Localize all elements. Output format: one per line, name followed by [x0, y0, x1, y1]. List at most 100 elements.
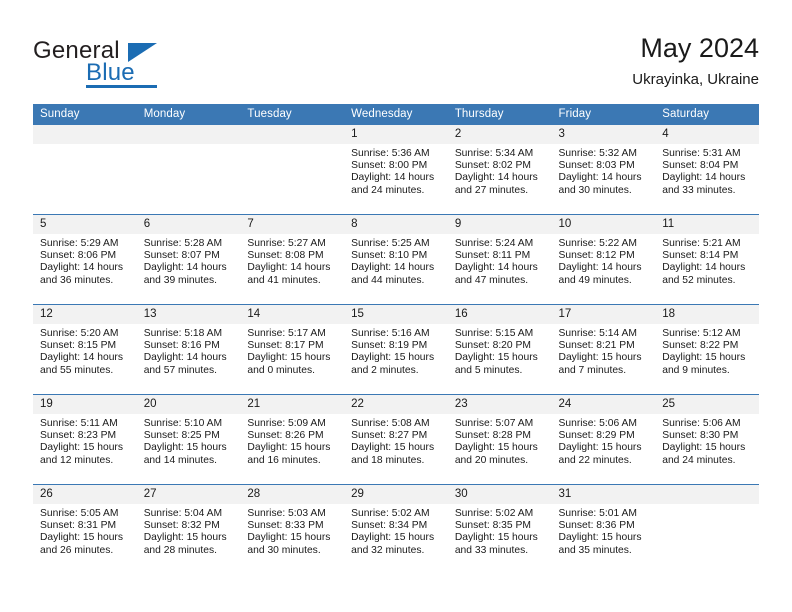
calendar-day-cell[interactable]: 6 Sunrise: 5:28 AM Sunset: 8:07 PM Daylight… — [136, 214, 241, 305]
page-subtitle: Ukrayinka, Ukraine — [632, 71, 759, 88]
sunset-time: Sunset: 8:03 PM — [558, 160, 635, 172]
brand-underline — [86, 85, 157, 88]
cell-inner: 8 Sunrise: 5:25 AM Sunset: 8:10 PM Daylight… — [344, 215, 448, 304]
daylight-duration-line2: and 24 minutes. — [662, 454, 736, 466]
day-number: 30 — [447, 485, 552, 504]
daylight-duration-line1: Daylight: 14 hours — [40, 352, 123, 364]
day-number: 1 — [344, 125, 448, 144]
calendar-day-cell[interactable]: 20 Sunrise: 5:10 AM Sunset: 8:25 PM Dayligh… — [136, 394, 241, 485]
calendar-day-cell[interactable]: 26 Sunrise: 5:05 AM Sunset: 8:31 PM Dayligh… — [33, 484, 137, 574]
sunset-time: Sunset: 8:15 PM — [40, 340, 117, 352]
day-details: Sunrise: 5:01 AM Sunset: 8:36 PM Daylight:… — [552, 504, 656, 557]
daylight-duration-line1: Daylight: 15 hours — [558, 532, 642, 544]
sunrise-time: Sunrise: 5:14 AM — [558, 328, 637, 339]
calendar-day-cell[interactable]: 28 Sunrise: 5:03 AM Sunset: 8:33 PM Dayligh… — [240, 484, 345, 574]
sunset-time: Sunset: 8:28 PM — [454, 430, 531, 442]
calendar-day-cell[interactable]: 8 Sunrise: 5:25 AM Sunset: 8:10 PM Daylight… — [344, 214, 448, 305]
day-details: Sunrise: 5:27 AM Sunset: 8:08 PM Daylight:… — [240, 234, 344, 287]
calendar-day-cell[interactable]: 1 Sunrise: 5:36 AM Sunset: 8:00 PM Daylight… — [344, 125, 448, 215]
cell-inner: 30 Sunrise: 5:02 AM Sunset: 8:35 PM Dayligh… — [447, 485, 552, 574]
calendar-day-cell[interactable]: 27 Sunrise: 5:04 AM Sunset: 8:32 PM Dayligh… — [136, 484, 241, 574]
calendar-day-cell[interactable]: 24 Sunrise: 5:06 AM Sunset: 8:29 PM Dayligh… — [551, 394, 656, 485]
calendar-day-cell[interactable]: 5 Sunrise: 5:29 AM Sunset: 8:06 PM Daylight… — [33, 214, 137, 305]
day-number: 11 — [655, 215, 759, 234]
day-details: Sunrise: 5:25 AM Sunset: 8:10 PM Daylight:… — [344, 234, 448, 287]
sunset-time: Sunset: 8:11 PM — [454, 250, 531, 262]
day-number: 13 — [136, 305, 241, 324]
calendar-day-cell[interactable]: 21 Sunrise: 5:09 AM Sunset: 8:26 PM Dayligh… — [240, 394, 345, 485]
calendar-day-cell[interactable]: 3 Sunrise: 5:32 AM Sunset: 8:03 PM Daylight… — [551, 125, 656, 215]
sunset-time: Sunset: 8:04 PM — [662, 160, 739, 172]
calendar-day-cell[interactable]: 10 Sunrise: 5:22 AM Sunset: 8:12 PM Dayligh… — [551, 214, 656, 305]
daylight-duration-line2: and 28 minutes. — [143, 544, 217, 556]
cell-inner: 27 Sunrise: 5:04 AM Sunset: 8:32 PM Dayligh… — [136, 485, 241, 574]
daylight-duration-line1: Daylight: 14 hours — [247, 262, 331, 274]
calendar-day-cell[interactable]: 16 Sunrise: 5:15 AM Sunset: 8:20 PM Dayligh… — [447, 304, 552, 395]
day-number: 27 — [136, 485, 241, 504]
calendar-day-cell[interactable]: 18 Sunrise: 5:12 AM Sunset: 8:22 PM Dayligh… — [655, 304, 759, 395]
day-details: Sunrise: 5:07 AM Sunset: 8:28 PM Daylight:… — [448, 414, 552, 467]
calendar-day-cell[interactable]: 11 Sunrise: 5:21 AM Sunset: 8:14 PM Dayligh… — [655, 214, 759, 305]
sunrise-time: Sunrise: 5:36 AM — [351, 148, 430, 159]
day-details: Sunrise: 5:06 AM Sunset: 8:29 PM Daylight:… — [552, 414, 656, 467]
sunset-time: Sunset: 8:17 PM — [247, 340, 324, 352]
calendar-day-cell[interactable]: 31 Sunrise: 5:01 AM Sunset: 8:36 PM Dayligh… — [551, 484, 656, 574]
calendar-day-cell[interactable]: 2 Sunrise: 5:34 AM Sunset: 8:02 PM Daylight… — [447, 125, 552, 215]
calendar-day-cell[interactable]: 25 Sunrise: 5:06 AM Sunset: 8:30 PM Dayligh… — [655, 394, 759, 485]
daylight-duration-line2: and 22 minutes. — [558, 454, 632, 466]
day-details: Sunrise: 5:34 AM Sunset: 8:02 PM Daylight:… — [448, 144, 552, 197]
calendar-day-cell[interactable]: 14 Sunrise: 5:17 AM Sunset: 8:17 PM Dayligh… — [240, 304, 345, 395]
sunrise-time: Sunrise: 5:22 AM — [558, 238, 637, 249]
weekday-header-saturday: Saturday — [655, 104, 759, 125]
daylight-duration-line1: Daylight: 15 hours — [454, 352, 538, 364]
calendar-day-cell[interactable]: 12 Sunrise: 5:20 AM Sunset: 8:15 PM Dayligh… — [33, 304, 137, 395]
calendar-day-cell[interactable]: 9 Sunrise: 5:24 AM Sunset: 8:11 PM Daylight… — [447, 214, 552, 305]
calendar-day-cell[interactable]: 30 Sunrise: 5:02 AM Sunset: 8:35 PM Dayligh… — [447, 484, 552, 574]
sunset-time: Sunset: 8:31 PM — [40, 520, 117, 532]
daylight-duration-line2: and 24 minutes. — [351, 184, 425, 196]
cell-inner: 11 Sunrise: 5:21 AM Sunset: 8:14 PM Dayligh… — [655, 215, 759, 304]
calendar-day-cell[interactable]: 23 Sunrise: 5:07 AM Sunset: 8:28 PM Dayligh… — [447, 394, 552, 485]
calendar-day-cell[interactable]: 7 Sunrise: 5:27 AM Sunset: 8:08 PM Daylight… — [240, 214, 345, 305]
cell-inner: 15 Sunrise: 5:16 AM Sunset: 8:19 PM Dayligh… — [344, 305, 448, 394]
calendar-day-cell[interactable]: 17 Sunrise: 5:14 AM Sunset: 8:21 PM Dayligh… — [551, 304, 656, 395]
day-number: 7 — [240, 215, 345, 234]
calendar-day-cell[interactable]: 29 Sunrise: 5:02 AM Sunset: 8:34 PM Dayligh… — [344, 484, 448, 574]
sunset-time: Sunset: 8:33 PM — [247, 520, 324, 532]
day-details: Sunrise: 5:17 AM Sunset: 8:17 PM Daylight:… — [240, 324, 344, 377]
calendar-day-cell[interactable]: 15 Sunrise: 5:16 AM Sunset: 8:19 PM Dayligh… — [344, 304, 448, 395]
day-details: Sunrise: 5:29 AM Sunset: 8:06 PM Daylight:… — [33, 234, 137, 287]
daylight-duration-line2: and 30 minutes. — [558, 184, 632, 196]
cell-inner: 18 Sunrise: 5:12 AM Sunset: 8:22 PM Dayligh… — [655, 305, 759, 394]
day-number: 8 — [344, 215, 448, 234]
daylight-duration-line2: and 47 minutes. — [454, 274, 529, 286]
calendar-day-cell[interactable]: 22 Sunrise: 5:08 AM Sunset: 8:27 PM Dayligh… — [344, 394, 448, 485]
cell-inner: 26 Sunrise: 5:05 AM Sunset: 8:31 PM Dayligh… — [33, 485, 137, 574]
calendar-day-cell[interactable]: 19 Sunrise: 5:11 AM Sunset: 8:23 PM Dayligh… — [33, 394, 137, 485]
cell-inner: 5 Sunrise: 5:29 AM Sunset: 8:06 PM Daylight… — [33, 215, 137, 304]
daylight-duration-line1: Daylight: 14 hours — [143, 262, 227, 274]
sunset-time: Sunset: 8:16 PM — [143, 340, 220, 352]
day-details: Sunrise: 5:04 AM Sunset: 8:32 PM Daylight:… — [137, 504, 241, 557]
calendar-week-row: 19 Sunrise: 5:11 AM Sunset: 8:23 PM Dayligh… — [33, 394, 759, 485]
sunrise-time: Sunrise: 5:25 AM — [351, 238, 430, 249]
day-details: Sunrise: 5:12 AM Sunset: 8:22 PM Daylight:… — [655, 324, 759, 377]
day-number: 5 — [33, 215, 137, 234]
sunrise-time: Sunrise: 5:31 AM — [662, 148, 741, 159]
day-details: Sunrise: 5:22 AM Sunset: 8:12 PM Daylight:… — [552, 234, 656, 287]
day-details: Sunrise: 5:36 AM Sunset: 8:00 PM Daylight:… — [344, 144, 448, 197]
day-details: Sunrise: 5:02 AM Sunset: 8:34 PM Daylight:… — [344, 504, 448, 557]
sunrise-time: Sunrise: 5:34 AM — [454, 148, 534, 159]
calendar-week-row: 12 Sunrise: 5:20 AM Sunset: 8:15 PM Dayligh… — [33, 304, 759, 395]
sunset-time: Sunset: 8:10 PM — [351, 250, 428, 262]
cell-inner: 14 Sunrise: 5:17 AM Sunset: 8:17 PM Dayligh… — [240, 305, 345, 394]
day-number: 17 — [551, 305, 656, 324]
calendar-day-cell[interactable]: 13 Sunrise: 5:18 AM Sunset: 8:16 PM Dayligh… — [136, 304, 241, 395]
sunset-time: Sunset: 8:30 PM — [662, 430, 739, 442]
cell-inner: 21 Sunrise: 5:09 AM Sunset: 8:26 PM Dayligh… — [240, 395, 345, 484]
calendar-day-cell[interactable]: 4 Sunrise: 5:31 AM Sunset: 8:04 PM Daylight… — [655, 125, 759, 215]
weekday-header-sunday: Sunday — [33, 104, 137, 125]
calendar-week-row: 5 Sunrise: 5:29 AM Sunset: 8:06 PM Daylight… — [33, 214, 759, 305]
sunrise-time: Sunrise: 5:03 AM — [247, 508, 326, 519]
weekday-header-friday: Friday — [551, 104, 656, 125]
